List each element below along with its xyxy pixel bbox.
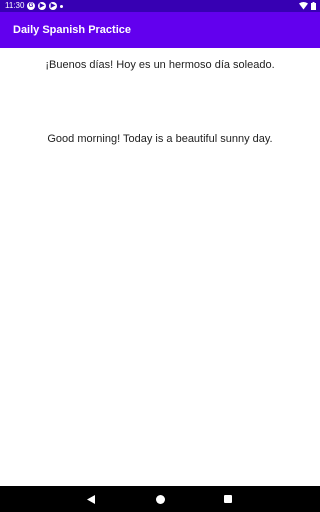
- battery-icon: [311, 2, 316, 10]
- status-time: 11:30: [5, 1, 25, 10]
- wifi-icon: [299, 2, 308, 10]
- notification-icons: G ▶ ▶: [27, 2, 63, 10]
- back-icon: [87, 494, 95, 504]
- app-title: Daily Spanish Practice: [13, 24, 131, 36]
- content-area: ¡Buenos días! Hoy es un hermoso día sole…: [0, 48, 320, 486]
- status-right: [299, 2, 316, 10]
- english-sentence: Good morning! Today is a beautiful sunny…: [47, 133, 273, 145]
- home-button[interactable]: [148, 486, 172, 512]
- recents-button[interactable]: [216, 486, 240, 512]
- screen: 11:30 G ▶ ▶ Daily Spanish Practice ¡Buen…: [0, 0, 320, 512]
- app-bar: Daily Spanish Practice: [0, 12, 320, 48]
- dot-icon: [60, 5, 63, 8]
- google-icon: G: [27, 2, 35, 10]
- play-icon: ▶: [49, 2, 57, 10]
- spanish-sentence: ¡Buenos días! Hoy es un hermoso día sole…: [45, 59, 275, 71]
- nav-bar: [0, 486, 320, 512]
- play-icon: ▶: [38, 2, 46, 10]
- recents-icon: [224, 495, 232, 503]
- home-icon: [155, 494, 165, 504]
- back-button[interactable]: [79, 486, 103, 512]
- status-bar: 11:30 G ▶ ▶: [0, 0, 320, 12]
